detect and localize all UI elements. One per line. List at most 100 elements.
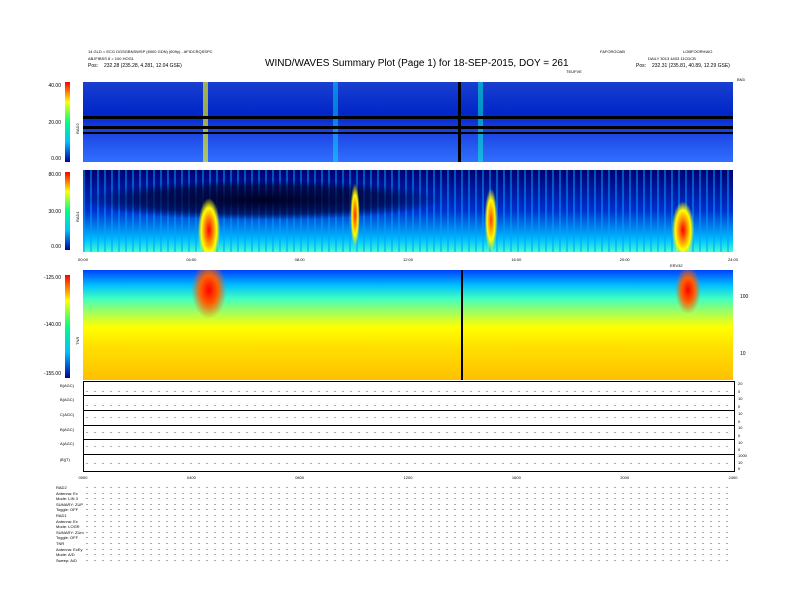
status-row-dots [83,543,733,544]
bottom-time-tick: 1200 [403,475,413,480]
status-row-dots [83,515,733,516]
bottom-time-tick: 2000 [620,475,630,480]
bottom-time-tick: 0400 [186,475,196,480]
time-tick: 16:00 [511,257,522,262]
status-row: RAD1 [56,513,67,518]
page-title: WIND/WAVES Summary Plot (Page 1) for 18-… [265,58,569,69]
strip-label: B(AGC) [60,397,74,402]
strip-trace [83,432,733,433]
strip-right-tick: 0 [738,466,741,471]
status-row: Mode: A/D [56,552,75,558]
strip-right-tick: 20 [738,381,743,386]
status-row: Sweep: A/D [56,557,77,563]
strip-trace [83,417,733,418]
status-row: Toggle: OFF [56,535,79,541]
strip-label: |B|(T) [60,457,70,462]
tnr-tick-mid: -140.00 [44,322,61,328]
bottom-time-tick: 0800 [295,475,305,480]
tnr-right-tick-100: 100 [740,294,749,300]
strip-right-tick: 0 [738,419,741,424]
status-row-dots [83,503,733,505]
tnr-tick-bottom: -155.00 [44,371,61,377]
strips-panel [83,381,735,472]
strip-divider [84,410,734,411]
status-row: SUMARY: ZUm [56,529,84,535]
time-tick: 24:00 [727,257,739,262]
rad2-tick-top: 40.00 [48,83,61,89]
time-tick: 20:00 [619,257,630,262]
strip-trace [83,405,733,406]
strip-trace [83,446,733,447]
rad2-colorbar [65,82,70,162]
rad1-spectrogram [83,170,733,252]
status-row-dots [83,537,733,539]
header-left-line2: ABJFIBSS 8 = 100 HOG1 [88,56,134,61]
status-row-dots [83,487,733,488]
tnr-label: TNR [75,336,80,345]
header-left-line1: 14 GLD = ECG DGSGBNSWSP (6000 GDN) (609y… [88,49,213,54]
rad1-tick-mid: 30.00 [48,209,61,215]
tnr-colorbar [65,275,70,378]
bottom-time-axis: 0000 0400 0800 1200 1600 2000 2400 [79,475,738,483]
status-row-dots [83,554,733,556]
strip-label: B(AGC) [60,427,74,432]
bottom-time-tick: 1600 [511,475,521,480]
status-row-dots [83,531,733,533]
header-left-pos-label: Pos: [88,63,99,69]
rad1-label: RAD1 [75,211,80,222]
bottom-time-tick: 2400 [728,475,738,480]
strip-right-tick: 10 [738,411,743,416]
strip-label: A(AGC) [60,441,74,446]
status-row: Antenna: ExEy [56,546,83,552]
time-tick: 12:00 [402,257,414,262]
bottom-time-tick: 0000 [78,475,88,480]
strip-trace [83,391,733,392]
rad2-tick-bottom: 0.00 [51,156,61,162]
strip-right-tick: 10 [738,396,743,401]
status-row-dots [83,559,733,561]
tnr-right-tick-10: 10 [740,351,746,357]
status-row-dots [83,492,733,494]
header-right-pos-label: Pos: [636,63,647,69]
strip-right-tick: 10 [738,460,743,465]
rad2-label: RAD2 [75,123,80,134]
header-right-top2: LOBFOORHIAO [683,49,713,54]
tnr-spectrogram [83,270,733,380]
status-row-dots [83,526,733,528]
top-ticks-label: TEUFVE [566,69,582,74]
status-row: RAD2 [56,485,67,490]
status-row: Antenna: Ex [56,518,78,524]
rad1-tick-bottom: 0.00 [51,244,61,250]
rad2-tick-mid: 20.00 [48,120,61,126]
status-row: TNR [56,541,65,546]
strip-divider [84,439,734,440]
top-right-mark: BN3 [737,77,745,82]
strip-divider [84,425,734,426]
status-row: Toggle: OFF [56,507,79,513]
strip-right-tick: 10 [738,425,743,430]
status-row: Mode: LOGR [56,524,80,530]
header-right-top1: FAFORGOAB [600,49,625,54]
tnr-tick-top: -125.00 [44,275,61,281]
header-left-pos-value: 232.28 (235.28, 4.281, 12.04 GSE) [104,63,182,69]
strip-right-tick: 0 [738,389,741,394]
strip-right-tick: 0 [738,447,741,452]
time-tick: 04:00 [186,257,197,262]
rad1-tick-top: 80.00 [48,172,61,178]
strip-right-tick: 0 [738,404,741,409]
rad1-colorbar [65,172,70,250]
time-tick: 08:00 [294,257,305,262]
status-row: Antenna: Ex [56,490,78,496]
strip-label: B(AGC) [60,383,74,388]
strip-right-tick: 10 [738,440,743,445]
rad2-spectrogram [83,82,733,162]
status-row-dots [83,498,733,500]
strip-divider [84,395,734,396]
status-row-dots [83,520,733,522]
header-right-line2: DAILY 3013 4403 11CDCB [648,56,696,61]
strip-right-tick: 1000 [738,453,747,458]
status-row: Mode: LIN 3 [56,496,78,502]
tnr-right-mark: ERV32 [670,263,683,268]
time-axis: 00:00 04:00 08:00 12:00 16:00 20:00 24:0… [78,257,738,265]
status-row-dots [83,548,733,550]
